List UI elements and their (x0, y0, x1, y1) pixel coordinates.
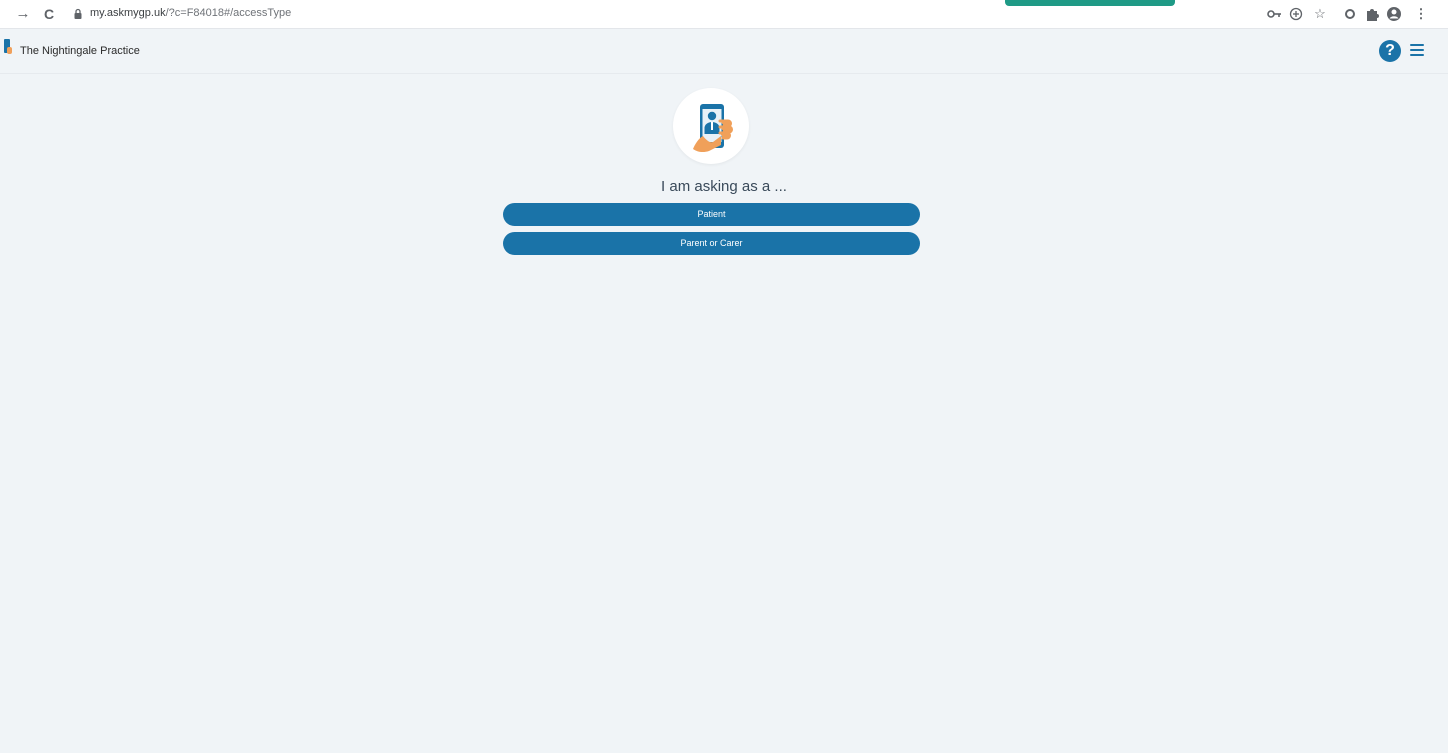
browser-toolbar: → C my.askmygp.uk/?c=F84018#/accessType … (0, 0, 1448, 29)
practice-name: The Nightingale Practice (20, 45, 140, 57)
hero-illustration (673, 88, 749, 164)
practice-logo-icon (4, 39, 12, 54)
tab-strip-indicator (1005, 0, 1175, 6)
app-header: The Nightingale Practice ? (0, 29, 1448, 74)
forward-arrow-icon[interactable]: → (14, 5, 32, 23)
star-icon[interactable]: ☆ (1311, 5, 1329, 23)
phone-in-hand-icon (693, 104, 733, 153)
more-vert-icon[interactable]: ⋮ (1412, 5, 1430, 23)
zoom-icon[interactable] (1287, 5, 1305, 23)
reload-icon[interactable]: C (40, 5, 58, 23)
url-path: /?c=F84018#/accessType (165, 7, 292, 19)
circle-extension-icon[interactable] (1341, 5, 1359, 23)
puzzle-icon[interactable] (1363, 5, 1381, 23)
url-host: my.askmygp.uk (90, 7, 166, 19)
profile-icon[interactable] (1385, 5, 1403, 23)
patient-button[interactable]: Patient (503, 203, 920, 226)
address-bar[interactable]: my.askmygp.uk/?c=F84018#/accessType (90, 7, 291, 19)
parent-or-carer-button[interactable]: Parent or Carer (503, 232, 920, 255)
hamburger-menu-icon[interactable] (1410, 44, 1424, 56)
help-icon[interactable]: ? (1379, 40, 1401, 62)
access-type-prompt: I am asking as a ... (661, 178, 787, 195)
key-icon[interactable] (1266, 5, 1284, 23)
lock-icon[interactable] (70, 6, 86, 22)
